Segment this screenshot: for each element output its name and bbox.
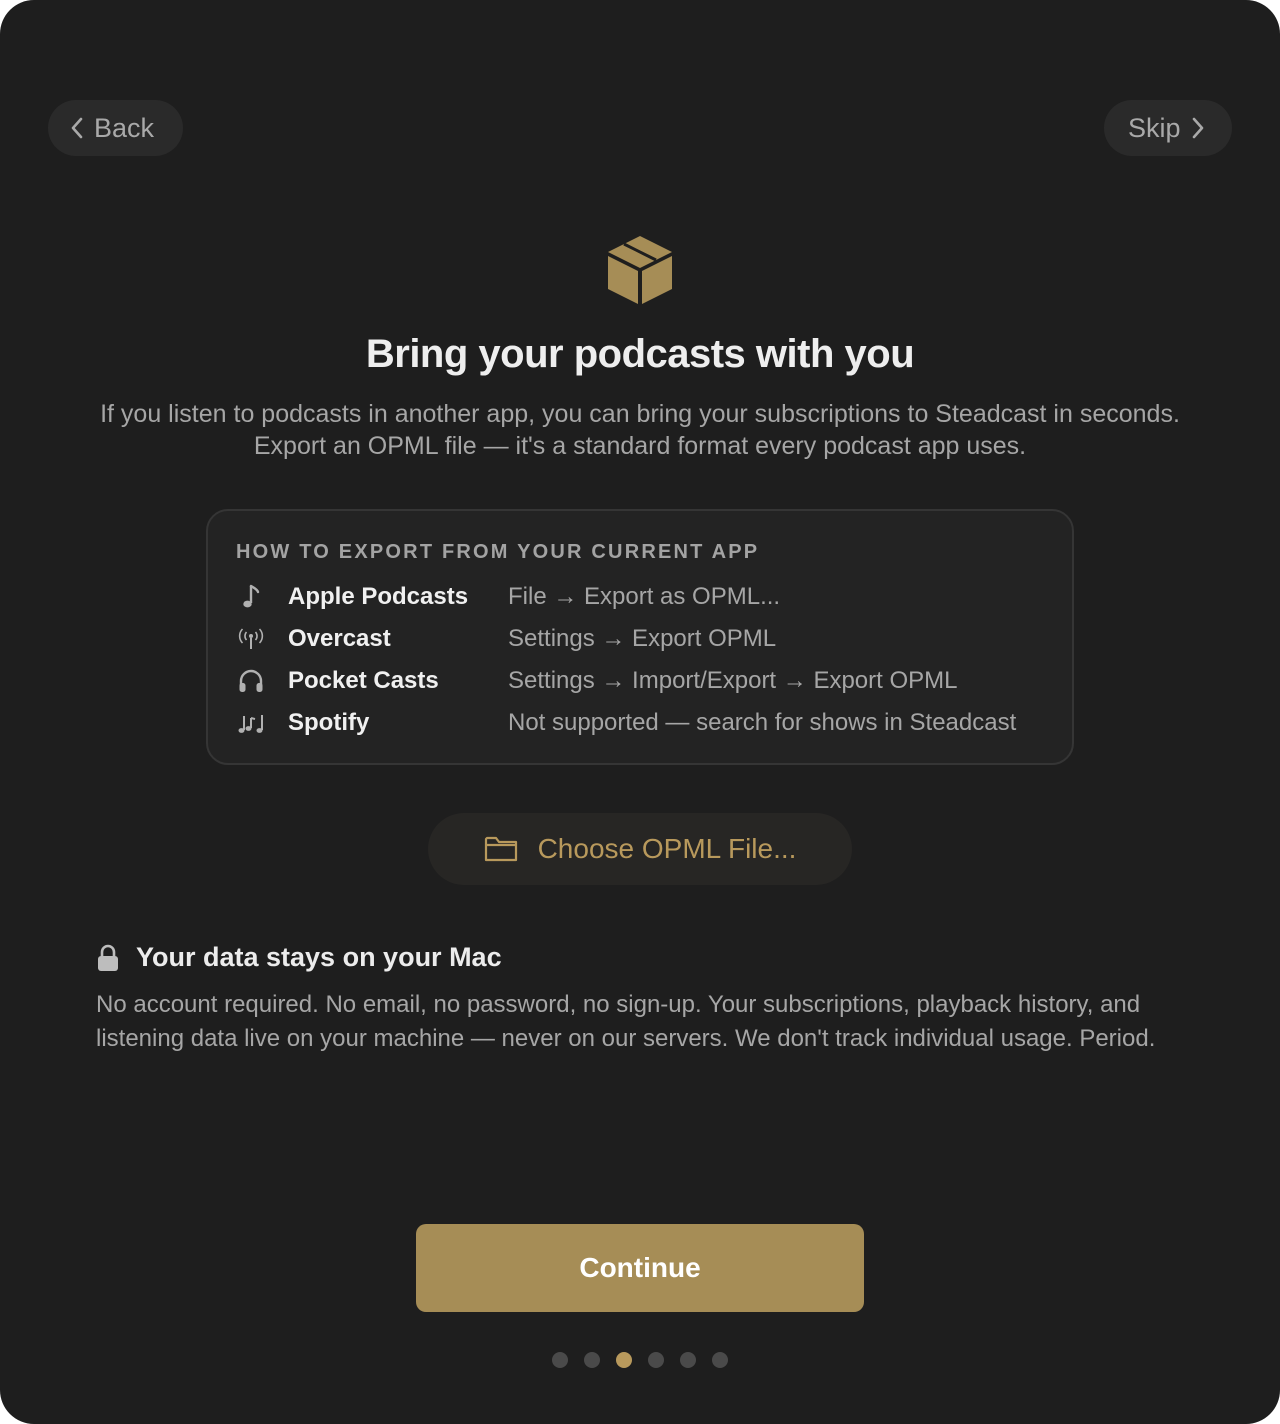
export-instructions-card: HOW TO EXPORT FROM YOUR CURRENT APP Appl… <box>206 509 1074 765</box>
app-name: Pocket Casts <box>288 667 439 694</box>
privacy-title: Your data stays on your Mac <box>136 942 502 972</box>
onboarding-window: Back Skip Bring your podcasts with you I… <box>0 0 1280 1424</box>
export-row-apple-podcasts: Apple Podcasts File → Export as OPML... <box>208 576 1072 618</box>
folder-icon <box>484 836 517 862</box>
export-row-spotify: Spotify Not supported — search for shows… <box>208 702 1072 744</box>
app-name: Overcast <box>288 625 391 652</box>
app-name: Apple Podcasts <box>288 583 469 610</box>
page-indicator <box>552 1352 728 1368</box>
choose-opml-file-label: Choose OPML File... <box>537 833 797 864</box>
choose-opml-file-button[interactable]: Choose OPML File... <box>428 813 852 885</box>
privacy-description: No account required. No email, no passwo… <box>96 991 1156 1052</box>
continue-button[interactable]: Continue <box>416 1224 864 1312</box>
export-steps: Settings → Import/Export → Export OPML <box>508 667 958 694</box>
shipping-box-icon <box>608 236 672 304</box>
skip-button[interactable]: Skip <box>1104 100 1232 156</box>
page-dot[interactable] <box>584 1352 600 1368</box>
page-dot[interactable] <box>680 1352 696 1368</box>
music-notes-icon <box>238 715 263 733</box>
chevron-right-icon <box>1192 117 1203 139</box>
music-note-icon <box>243 584 260 608</box>
page-subtitle: If you listen to podcasts in another app… <box>100 400 1180 460</box>
export-steps: Not supported — search for shows in Stea… <box>508 709 1017 736</box>
lock-icon <box>98 944 118 971</box>
antenna-icon <box>238 628 264 649</box>
export-steps: File → Export as OPML... <box>508 583 781 610</box>
page-dot-active[interactable] <box>616 1352 632 1368</box>
page-dot[interactable] <box>552 1352 568 1368</box>
app-name: Spotify <box>288 709 370 736</box>
privacy-heading: Your data stays on your Mac <box>96 942 502 973</box>
page-dot[interactable] <box>712 1352 728 1368</box>
page-title: Bring your podcasts with you <box>365 332 915 376</box>
export-steps: Settings → Export OPML <box>508 625 777 652</box>
export-row-overcast: Overcast Settings → Export OPML <box>208 618 1072 660</box>
headphones-icon <box>239 669 263 692</box>
page-dot[interactable] <box>648 1352 664 1368</box>
card-heading: HOW TO EXPORT FROM YOUR CURRENT APP <box>236 541 760 563</box>
chevron-left-icon <box>71 117 83 139</box>
skip-label: Skip <box>1128 112 1181 143</box>
back-button[interactable]: Back <box>48 100 183 156</box>
back-label: Back <box>94 112 155 143</box>
export-row-pocket-casts: Pocket Casts Settings → Import/Export → … <box>208 660 1072 702</box>
